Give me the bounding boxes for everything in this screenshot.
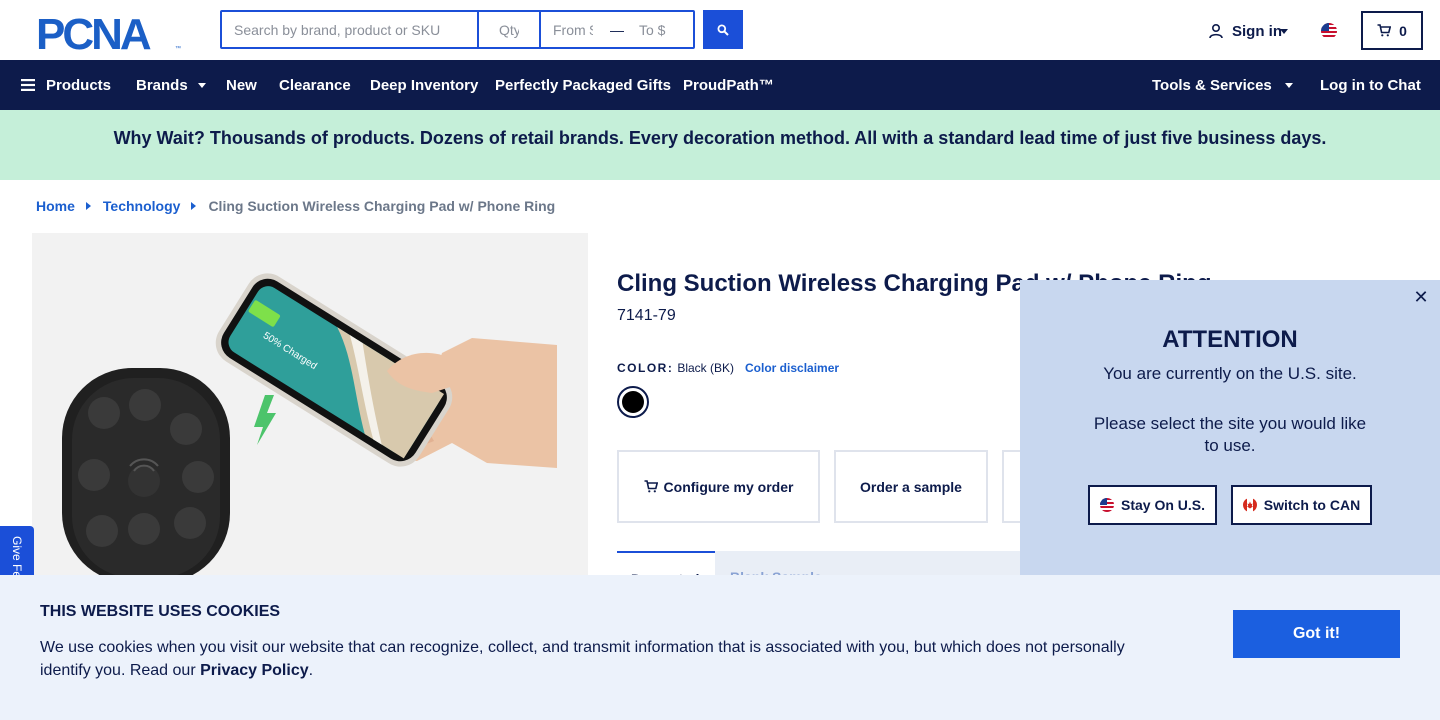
color-swatch-black[interactable] [617, 386, 649, 418]
site-header: PCNA ™ — Sign in [0, 0, 1440, 60]
site-select-modal: ✕ ATTENTION You are currently on the U.S… [1020, 280, 1440, 580]
stay-us-button[interactable]: Stay On U.S. [1088, 485, 1217, 525]
color-disclaimer-link[interactable]: Color disclaimer [745, 361, 839, 375]
nav-deep-inventory[interactable]: Deep Inventory [370, 60, 478, 110]
configure-order-label: Configure my order [663, 478, 794, 495]
nav-chat-login[interactable]: Log in to Chat [1320, 60, 1421, 110]
product-image[interactable]: 50% Charged [32, 233, 588, 583]
nav-products[interactable]: Products [21, 60, 111, 110]
got-it-button[interactable]: Got it! [1233, 610, 1400, 658]
cart-button[interactable]: 0 [1361, 11, 1423, 50]
order-sample-label: Order a sample [860, 478, 962, 495]
search-button[interactable] [703, 10, 743, 49]
nav-brands[interactable]: Brands [136, 60, 206, 110]
close-icon[interactable]: ✕ [1412, 287, 1430, 307]
canada-flag-icon [1242, 498, 1257, 512]
color-label: COLOR: [617, 361, 674, 375]
us-flag-icon [1099, 498, 1114, 512]
modal-current-site-text: You are currently on the U.S. site. [1103, 364, 1357, 383]
sign-in-label: Sign in [1232, 22, 1282, 40]
promo-banner: Why Wait? Thousands of products. Dozens … [0, 110, 1440, 180]
cart-icon [1377, 24, 1392, 37]
search-icon [717, 24, 729, 36]
nav-chat-label: Log in to Chat [1320, 76, 1421, 94]
cookie-period: . [308, 662, 314, 679]
cookie-title: THIS WEBSITE USES COOKIES [40, 603, 281, 620]
chevron-down-icon [1284, 82, 1293, 88]
switch-can-label: Switch to CAN [1263, 497, 1361, 513]
modal-select-text: Please select the site you would like to… [1093, 414, 1367, 455]
search-bar: — [220, 10, 695, 49]
nav-proudpath-label: ProudPath™ [683, 76, 774, 94]
nav-clearance-label: Clearance [279, 76, 351, 94]
nav-gifts[interactable]: Perfectly Packaged Gifts [495, 60, 671, 110]
nav-tools-services[interactable]: Tools & Services [1152, 60, 1293, 110]
stay-us-label: Stay On U.S. [1120, 497, 1206, 513]
color-swatch-fill [622, 391, 644, 413]
sign-in-link[interactable]: Sign in [1208, 20, 1288, 42]
product-photo: 50% Charged [62, 273, 557, 583]
promo-banner-text: Why Wait? Thousands of products. Dozens … [113, 128, 1327, 148]
nav-brands-label: Brands [136, 76, 188, 94]
price-from-input[interactable] [541, 12, 605, 47]
chevron-down-icon [1280, 28, 1288, 34]
price-range-dash: — [610, 21, 624, 38]
nav-products-label: Products [46, 76, 112, 94]
breadcrumb-home[interactable]: Home [36, 198, 75, 214]
configure-order-button[interactable]: Configure my order [617, 450, 820, 523]
nav-gifts-label: Perfectly Packaged Gifts [495, 76, 671, 94]
logo-text: PCNA [36, 12, 151, 52]
order-sample-button[interactable]: Order a sample [834, 450, 988, 523]
cart-count: 0 [1399, 22, 1407, 39]
hamburger-icon [21, 79, 35, 91]
color-row: COLOR: Black (BK) Color disclaimer [617, 361, 839, 375]
chevron-down-icon [197, 82, 206, 88]
breadcrumb-technology[interactable]: Technology [103, 198, 181, 214]
pcna-logo[interactable]: PCNA ™ [36, 12, 184, 52]
chevron-right-icon [85, 202, 91, 210]
cookie-banner: THIS WEBSITE USES COOKIES We use cookies… [0, 575, 1440, 720]
user-icon [1209, 23, 1223, 39]
main-nav: Products Brands New Clearance Deep Inven… [0, 60, 1440, 110]
search-input[interactable] [222, 12, 479, 47]
breadcrumb-current: Cling Suction Wireless Charging Pad w/ P… [208, 198, 556, 214]
us-flag-icon[interactable] [1321, 23, 1337, 39]
nav-clearance[interactable]: Clearance [279, 60, 351, 110]
product-sku: 7141-79 [617, 307, 676, 324]
nav-deep-inventory-label: Deep Inventory [370, 76, 479, 94]
nav-proudpath[interactable]: ProudPath™ [683, 60, 774, 110]
qty-input[interactable] [479, 12, 541, 47]
logo-trademark: ™ [175, 45, 181, 52]
page: PCNA ™ — Sign in [0, 0, 1440, 720]
nav-tools-label: Tools & Services [1152, 76, 1272, 94]
cart-icon [644, 480, 658, 493]
price-to-input[interactable] [629, 12, 693, 47]
modal-title: ATTENTION [1162, 326, 1298, 353]
chevron-right-icon [191, 202, 197, 210]
breadcrumb: Home Technology Cling Suction Wireless C… [36, 198, 555, 214]
color-value: Black (BK) [677, 361, 735, 375]
switch-can-button[interactable]: Switch to CAN [1231, 485, 1372, 525]
cookie-text: We use cookies when you visit our websit… [40, 636, 1160, 682]
nav-new-label: New [226, 76, 257, 94]
privacy-policy-link[interactable]: Privacy Policy [200, 662, 309, 679]
nav-new[interactable]: New [226, 60, 257, 110]
